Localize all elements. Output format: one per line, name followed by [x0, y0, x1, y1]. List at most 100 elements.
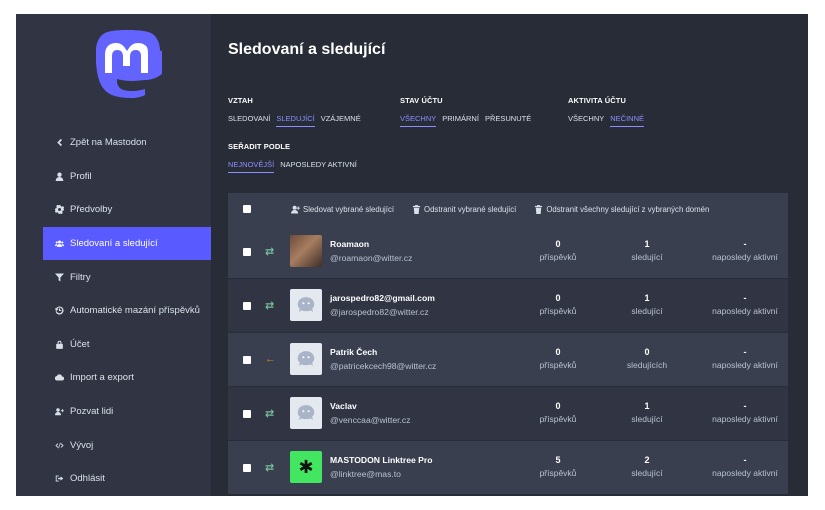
stat-label: sledující [631, 306, 663, 316]
follower-relationship-icon: ← [265, 353, 276, 365]
sidebar-item-history[interactable]: Automatické mazání příspěvků [43, 294, 211, 328]
account-display-name[interactable]: Roamaon [330, 239, 369, 249]
filter-relationship: VZTAH SLEDOVANÍ SLEDUJÍCÍ VZÁJEMNÉ [228, 96, 361, 127]
sidebar-item-label: Automatické mazání příspěvků [70, 305, 200, 317]
filter-option-sort[interactable]: NEJNOVĚJŠÍ [228, 160, 275, 173]
account-display-name[interactable]: MASTODON Linktree Pro [330, 455, 433, 465]
sidebar-item-filter[interactable]: Filtry [43, 260, 211, 294]
sidebar-item-label: Odhlásit [70, 473, 105, 485]
account-display-name[interactable]: jarospedro82@gmail.com [330, 293, 435, 303]
row-checkbox[interactable] [243, 356, 251, 364]
filter-option-relationship[interactable]: VZÁJEMNÉ [321, 114, 361, 127]
stat-last-active: - naposledy aktivní [700, 347, 790, 370]
stat-followers: 1 sledující [602, 239, 692, 262]
account-handle[interactable]: @linktree@mas.to [330, 469, 401, 479]
stat-label: sledující [631, 252, 663, 262]
mutual-relationship-icon: ⇄ [265, 300, 275, 312]
stat-last-active: - naposledy aktivní [700, 401, 790, 424]
filter-option-status[interactable]: PRIMÁRNÍ [442, 114, 479, 127]
filter-account-activity: AKTIVITA ÚČTU VŠECHNY NEČINNÉ [568, 96, 645, 127]
sidebar-item-user[interactable]: Profil [43, 160, 211, 194]
stat-label: příspěvků [539, 306, 577, 316]
remove-selected-button[interactable]: Odstranit vybrané sledující [412, 204, 517, 214]
row-checkbox[interactable] [243, 248, 251, 256]
stat-value: 0 [644, 347, 650, 357]
sidebar-item-user-plus[interactable]: Pozvat lidi [43, 395, 211, 429]
stat-followers: 1 sledující [602, 293, 692, 316]
stat-label: sledujících [626, 360, 668, 370]
stat-label: naposledy aktivní [712, 360, 778, 370]
follow-selected-button[interactable]: Sledovat vybrané sledující [291, 205, 394, 214]
stat-value: 1 [644, 293, 650, 303]
filter-options: SLEDOVANÍ SLEDUJÍCÍ VZÁJEMNÉ [228, 114, 361, 127]
stat-value: 1 [644, 401, 650, 411]
table-row: ⇄ Roamaon @roamaon@witter.cz 0 příspěvků 1 sle… [228, 225, 788, 279]
account-handle[interactable]: @venccaa@witter.cz [330, 415, 411, 425]
filter-option-sort[interactable]: NAPOSLEDY AKTIVNÍ [280, 160, 357, 173]
account-display-name[interactable]: Vaclav [330, 401, 357, 411]
sidebar-item-users[interactable]: Sledovaní a sledující [43, 226, 211, 261]
stat-value: 0 [555, 401, 561, 411]
stat-last-active: - naposledy aktivní [700, 239, 790, 262]
stat-posts: 0 příspěvků [513, 293, 603, 316]
filter-option-activity[interactable]: VŠECHNY [568, 114, 604, 127]
stat-last-active: - naposledy aktivní [700, 455, 790, 478]
sidebar-item-label: Pozvat lidi [70, 406, 114, 418]
sidebar-item-chevron-left[interactable]: Zpět na Mastodon [43, 126, 211, 160]
sidebar-item-code[interactable]: Vývoj [43, 428, 211, 462]
stat-last-active: - naposledy aktivní [700, 293, 790, 316]
stat-label: sledující [631, 414, 663, 424]
mastodon-logo-icon[interactable] [94, 28, 162, 98]
remove-domains-button[interactable]: Odstranit všechny sledující z vybraných … [534, 204, 709, 214]
stat-label: příspěvků [539, 468, 577, 478]
filter-option-status[interactable]: PŘESUNUTÉ [485, 114, 531, 127]
default-avatar-icon [297, 351, 315, 366]
mutual-relationship-icon: ⇄ [265, 246, 275, 258]
account-handle[interactable]: @jarospedro82@witter.cz [330, 307, 429, 317]
stat-label: naposledy aktivní [712, 468, 778, 478]
row-checkbox[interactable] [243, 410, 251, 418]
user-plus-icon [55, 407, 69, 416]
filter-icon [55, 273, 69, 282]
account-handle[interactable]: @roamaon@witter.cz [330, 253, 412, 263]
filter-option-activity[interactable]: NEČINNÉ [610, 114, 645, 127]
account-handle[interactable]: @patricekcech98@witter.cz [330, 361, 436, 371]
sidebar-item-lock[interactable]: Účet [43, 328, 211, 362]
lock-icon [55, 340, 69, 349]
stat-value: - [743, 293, 747, 303]
page-title: Sledovaní a sledující [228, 41, 386, 58]
sidebar-item-label: Zpět na Mastodon [70, 137, 147, 149]
avatar[interactable] [290, 235, 322, 267]
filter-account-status: STAV ÚČTU VŠECHNY PRIMÁRNÍ PŘESUNUTÉ [400, 96, 531, 127]
filter-label: VZTAH [228, 96, 253, 105]
mutual-relationship-icon: ⇄ [265, 408, 275, 420]
select-all-checkbox[interactable] [243, 205, 251, 213]
avatar[interactable] [290, 343, 322, 375]
stat-posts: 5 příspěvků [513, 455, 603, 478]
stat-posts: 0 příspěvků [513, 347, 603, 370]
account-display-name[interactable]: Patrik Čech [330, 347, 377, 357]
row-checkbox[interactable] [243, 302, 251, 310]
users-icon [55, 239, 69, 248]
table-header: Sledovat vybrané sledující Odstranit vyb… [228, 193, 788, 225]
filter-option-relationship[interactable]: SLEDOVANÍ [228, 114, 270, 127]
avatar[interactable] [290, 289, 322, 321]
user-icon [55, 172, 69, 181]
stat-label: naposledy aktivní [712, 306, 778, 316]
remove-selected-label: Odstranit vybrané sledující [424, 204, 517, 214]
sidebar-item-sign-out[interactable]: Odhlásit [43, 462, 211, 496]
trash-icon [535, 204, 543, 214]
filter-option-status[interactable]: VŠECHNY [400, 114, 437, 127]
filter-option-relationship[interactable]: SLEDUJÍCÍ [276, 114, 315, 127]
filter-options: VŠECHNY NEČINNÉ [568, 114, 645, 127]
sidebar-item-cloud[interactable]: Import a export [43, 361, 211, 395]
sidebar: Zpět na Mastodon Profil Předvolby Sledovaní… [16, 14, 211, 496]
sidebar-item-label: Vývoj [70, 439, 94, 451]
sidebar-item-gear[interactable]: Předvolby [43, 193, 211, 227]
avatar[interactable]: ✱ [290, 451, 322, 483]
app-window: Zpět na Mastodon Profil Předvolby Sledovaní… [16, 14, 808, 496]
avatar[interactable] [290, 397, 322, 429]
stat-posts: 0 příspěvků [513, 401, 603, 424]
row-checkbox[interactable] [243, 464, 251, 472]
filter-sort: SEŘADIT PODLE NEJNOVĚJŠÍ NAPOSLEDY AKTIVN… [228, 142, 357, 173]
